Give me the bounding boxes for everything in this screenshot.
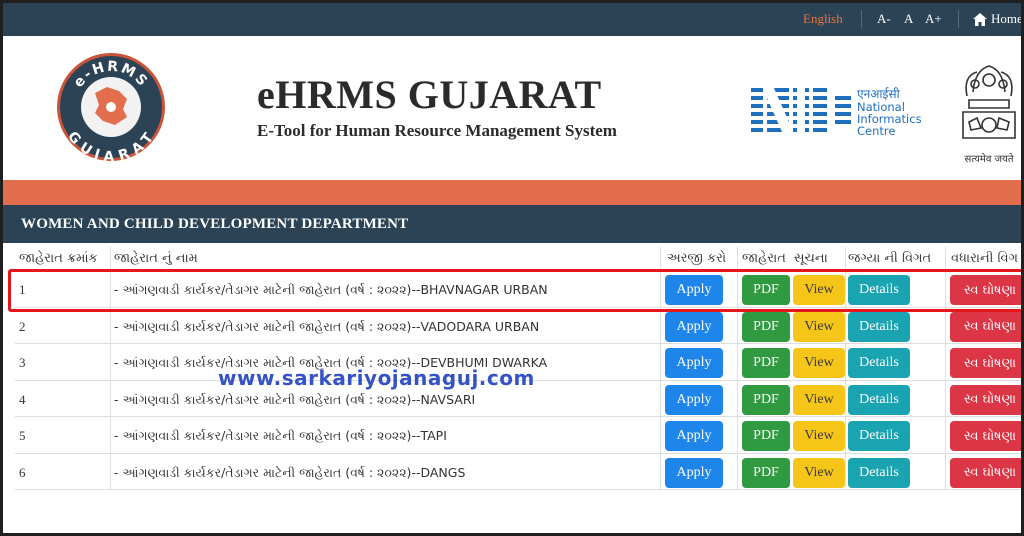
details-button[interactable]: Details [848, 348, 910, 378]
svg-text:सत्यमेव जयते: सत्यमेव जयते [964, 153, 1013, 165]
column-header-advert: જાહેરાત [742, 251, 786, 266]
self-declaration-button[interactable]: સ્વ ઘોષણા [950, 348, 1021, 378]
row-serial: 3 [19, 355, 26, 370]
pdf-button[interactable]: PDF [742, 275, 790, 305]
row-advert-name: - આંગણવાડી કાર્યકર/તેડાગર માટેની જાહેરાત… [114, 428, 447, 443]
row-serial: 4 [19, 391, 26, 407]
site-title: eHRMS GUJARAT [257, 72, 602, 117]
self-declaration-button[interactable]: સ્વ ઘોષણા [950, 457, 1021, 488]
view-button[interactable]: View [793, 348, 845, 378]
apply-button[interactable]: Apply [665, 348, 723, 378]
row-advert-name: - આંગણવાડી કાર્યકર/તેડાગર માટેની જાહેરાત… [114, 464, 466, 480]
self-declaration-button[interactable]: સ્વ ઘોષણા [950, 275, 1021, 305]
row-serial: 2 [19, 318, 26, 334]
apply-button[interactable]: Apply [665, 384, 723, 415]
watermark-text: www.sarkariyojanaguj.com [218, 366, 535, 390]
table-row: 5 - આંગણવાડી કાર્યકર/તેડાગર માટેની જાહેર… [15, 417, 1021, 454]
row-advert-name: - આંગણવાડી કાર્યકર/તેડાગર માટેની જાહેરાત… [114, 318, 540, 334]
font-decrease-button[interactable]: A- [877, 11, 891, 27]
self-declaration-button[interactable]: સ્વ ઘોષણા [950, 421, 1021, 451]
column-header-apply: અરજી કરો [667, 251, 727, 266]
page-frame: English A- A A+ Home e-HRMS GUJARAT eHRM… [0, 0, 1024, 536]
home-link[interactable]: Home [973, 11, 1023, 27]
table-header: જાહેરાત ક્રમાંક જાહેરાત નું નામ અરજી કરો… [15, 247, 1021, 271]
font-normal-button[interactable]: A [904, 11, 913, 27]
pdf-button[interactable]: PDF [742, 311, 790, 342]
row-advert-name: - આંગણવાડી કાર્યકર/તેડાગર માટેની જાહેરાત… [114, 391, 476, 407]
ehrms-logo[interactable]: e-HRMS GUJARAT [55, 51, 167, 163]
nic-logo[interactable]: एनआईसी National Informatics Centre [751, 82, 941, 140]
apply-button[interactable]: Apply [665, 311, 723, 342]
details-button[interactable]: Details [848, 311, 910, 342]
details-button[interactable]: Details [848, 457, 910, 488]
row-serial: 5 [19, 428, 26, 443]
details-button[interactable]: Details [848, 384, 910, 415]
apply-button[interactable]: Apply [665, 421, 723, 451]
column-header-extra: વધારાની વિગ [951, 251, 1019, 266]
department-bar: WOMEN AND CHILD DEVELOPMENT DEPARTMENT [3, 205, 1021, 243]
svg-text:एनआईसी: एनआईसी [857, 87, 901, 101]
column-header-vacancy: જગ્યા ની વિગત [848, 251, 932, 266]
view-button[interactable]: View [793, 457, 845, 488]
pdf-button[interactable]: PDF [742, 421, 790, 451]
home-label: Home [991, 11, 1023, 26]
view-button[interactable]: View [793, 421, 845, 451]
table-row: 6 - આંગણવાડી કાર્યકર/તેડાગર માટેની જાહેર… [15, 453, 1021, 490]
divider [861, 10, 862, 28]
self-declaration-button[interactable]: સ્વ ઘોષણા [950, 311, 1021, 342]
column-header-notice: સૂચના [794, 251, 828, 266]
table-row: 1 - આંગણવાડી કાર્યકર/તેડાગર માટેની જાહેર… [15, 271, 1021, 308]
column-header-name: જાહેરાત નું નામ [114, 251, 198, 266]
self-declaration-button[interactable]: સ્વ ઘોષણા [950, 384, 1021, 415]
apply-button[interactable]: Apply [665, 275, 723, 305]
department-title: WOMEN AND CHILD DEVELOPMENT DEPARTMENT [21, 216, 409, 232]
column-header-serial: જાહેરાત ક્રમાંક [19, 251, 98, 266]
site-subtitle: E-Tool for Human Resource Management Sys… [257, 121, 617, 140]
row-serial: 1 [19, 282, 26, 297]
svg-text:Centre: Centre [857, 124, 895, 138]
view-button[interactable]: View [793, 384, 845, 415]
row-serial: 6 [19, 464, 26, 480]
details-button[interactable]: Details [848, 275, 910, 305]
home-icon [973, 13, 987, 26]
font-increase-button[interactable]: A+ [925, 11, 942, 27]
apply-button[interactable]: Apply [665, 457, 723, 488]
decorative-band [3, 180, 1021, 205]
pdf-button[interactable]: PDF [742, 384, 790, 415]
language-link[interactable]: English [803, 11, 843, 27]
site-header: e-HRMS GUJARAT eHRMS GUJARAT E-Tool for … [3, 36, 1021, 180]
national-emblem: सत्यमेव जयते [962, 65, 1016, 165]
pdf-button[interactable]: PDF [742, 348, 790, 378]
pdf-button[interactable]: PDF [742, 457, 790, 488]
row-advert-name: - આંગણવાડી કાર્યકર/તેડાગર માટેની જાહેરાત… [114, 282, 548, 297]
details-button[interactable]: Details [848, 421, 910, 451]
divider [958, 10, 959, 28]
view-button[interactable]: View [793, 311, 845, 342]
view-button[interactable]: View [793, 275, 845, 305]
top-bar: English A- A A+ Home [3, 3, 1023, 36]
table-row: 2 - આંગણવાડી કાર્યકર/તેડાગર માટેની જાહેર… [15, 307, 1021, 344]
